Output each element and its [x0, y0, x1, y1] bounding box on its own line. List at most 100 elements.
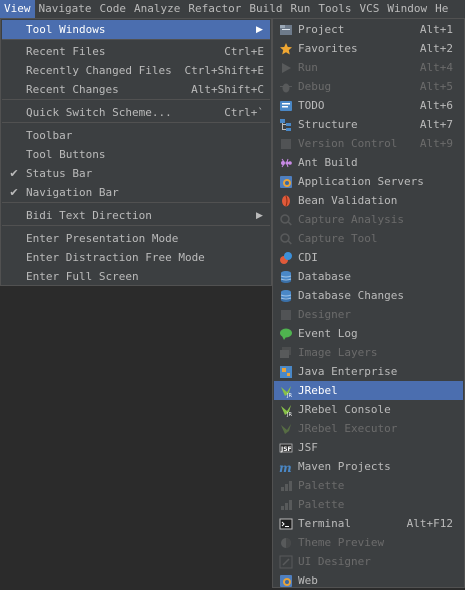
view-menu-item-tool-windows[interactable]: Tool Windows ▶ [2, 20, 270, 39]
palette-icon [274, 479, 298, 493]
menu-bar: View Navigate Code Analyze Refactor Buil… [0, 0, 465, 19]
view-menu-item-enter-distraction-free-mode[interactable]: Enter Distraction Free Mode [2, 248, 270, 267]
menu-item-label: Recent Changes [26, 83, 119, 96]
menu-item-label: Bean Validation [298, 194, 398, 207]
tool-window-item-favorites[interactable]: Favorites Alt+2 [274, 39, 463, 58]
menu-analyze[interactable]: Analyze [130, 0, 184, 18]
menu-item-label: Quick Switch Scheme... [26, 106, 172, 119]
menu-separator [2, 225, 270, 226]
database-changes-icon [274, 289, 298, 303]
menu-item-label: Database Changes [298, 289, 404, 302]
view-menu-item-quick-switch-scheme[interactable]: Quick Switch Scheme... Ctrl+` [2, 103, 270, 122]
tool-window-item-cdi[interactable]: CDI [274, 248, 463, 267]
menu-item-shortcut: Alt+2 [419, 42, 453, 55]
debug-icon [274, 80, 298, 94]
menu-view[interactable]: View [0, 0, 35, 18]
tool-window-item-designer: Designer [274, 305, 463, 324]
view-menu-item-enter-full-screen[interactable]: Enter Full Screen [2, 267, 270, 286]
svg-text:JR: JR [286, 393, 292, 398]
capture-tool-icon [274, 232, 298, 246]
menu-item-label: JRebel [298, 384, 338, 397]
tool-window-item-structure[interactable]: Structure Alt+7 [274, 115, 463, 134]
menu-item-shortcut: Alt+1 [419, 23, 453, 36]
jrebel-executor-icon [274, 422, 298, 436]
ant-icon [274, 156, 298, 170]
tool-window-item-jsf[interactable]: JSF JSF [274, 438, 463, 457]
menu-item-shortcut: Alt+F12 [406, 517, 453, 530]
web-icon [274, 574, 298, 588]
view-menu: Tool Windows ▶ Recent Files Ctrl+E Recently … [0, 18, 272, 286]
palette-icon [274, 498, 298, 512]
tool-window-item-terminal[interactable]: Terminal Alt+F12 [274, 514, 463, 533]
menu-item-label: Enter Presentation Mode [26, 232, 179, 245]
menu-item-label: Recently Changed Files [26, 64, 172, 77]
terminal-icon [274, 517, 298, 531]
tool-window-item-jrebel[interactable]: JR JRebel [274, 381, 463, 400]
maven-icon: m [274, 460, 298, 474]
menu-item-label: Web [298, 574, 318, 587]
tool-window-item-database-changes[interactable]: Database Changes [274, 286, 463, 305]
svg-text:JR: JR [286, 412, 292, 417]
image-layers-icon [274, 346, 298, 360]
tool-window-item-run: Run Alt+4 [274, 58, 463, 77]
view-menu-item-status-bar[interactable]: ✔ Status Bar [2, 164, 270, 183]
tool-window-item-jrebel-executor: JRebel Executor [274, 419, 463, 438]
project-icon [274, 23, 298, 37]
tool-window-item-maven-projects[interactable]: m Maven Projects [274, 457, 463, 476]
bean-icon [274, 194, 298, 208]
tool-window-item-ant-build[interactable]: Ant Build [274, 153, 463, 172]
view-menu-item-navigation-bar[interactable]: ✔ Navigation Bar [2, 183, 270, 202]
view-menu-item-recent-files[interactable]: Recent Files Ctrl+E [2, 42, 270, 61]
tool-window-item-jrebel-console[interactable]: JR JRebel Console [274, 400, 463, 419]
view-menu-item-bidi-text-direction[interactable]: Bidi Text Direction ▶ [2, 206, 270, 225]
menu-item-label: Bidi Text Direction [26, 209, 152, 222]
menu-item-shortcut: Ctrl+` [224, 106, 264, 119]
tool-window-item-project[interactable]: Project Alt+1 [274, 20, 463, 39]
menu-build[interactable]: Build [245, 0, 286, 18]
view-menu-item-enter-presentation-mode[interactable]: Enter Presentation Mode [2, 229, 270, 248]
menu-item-shortcut: Alt+9 [419, 137, 453, 150]
tool-window-item-event-log[interactable]: Event Log [274, 324, 463, 343]
tool-window-item-java-enterprise[interactable]: Java Enterprise [274, 362, 463, 381]
view-menu-item-tool-buttons[interactable]: Tool Buttons [2, 145, 270, 164]
jsf-icon: JSF [274, 441, 298, 455]
tool-window-item-capture-tool: Capture Tool [274, 229, 463, 248]
menu-window[interactable]: Window [383, 0, 431, 18]
designer-icon [274, 308, 298, 322]
menu-item-label: Debug [298, 80, 332, 93]
menu-code[interactable]: Code [95, 0, 130, 18]
view-menu-item-recent-changes[interactable]: Recent Changes Alt+Shift+C [2, 80, 270, 99]
menu-item-label: Toolbar [26, 129, 73, 142]
menu-item-label: Tool Buttons [26, 148, 106, 161]
tool-window-item-debug: Debug Alt+5 [274, 77, 463, 96]
menu-item-shortcut: Ctrl+Shift+E [184, 64, 264, 77]
menu-run[interactable]: Run [286, 0, 314, 18]
jrebel-console-icon: JR [274, 403, 298, 417]
menu-item-label: Ant Build [298, 156, 358, 169]
database-icon [274, 270, 298, 284]
menu-navigate[interactable]: Navigate [35, 0, 96, 18]
view-menu-item-recently-changed-files[interactable]: Recently Changed Files Ctrl+Shift+E [2, 61, 270, 80]
menu-item-label: Recent Files [26, 45, 106, 58]
view-menu-item-toolbar[interactable]: Toolbar [2, 126, 270, 145]
tool-window-item-palette: Palette [274, 495, 463, 514]
menu-item-shortcut: Alt+4 [419, 61, 453, 74]
menu-help[interactable]: He [431, 0, 452, 18]
menu-item-label: JRebel Executor [298, 422, 398, 435]
menu-tools[interactable]: Tools [314, 0, 355, 18]
tool-window-item-bean-validation[interactable]: Bean Validation [274, 191, 463, 210]
tool-window-item-web[interactable]: Web [274, 571, 463, 590]
tool-window-item-todo[interactable]: TODO Alt+6 [274, 96, 463, 115]
menu-item-label: UI Designer [298, 555, 371, 568]
menu-item-label: Enter Distraction Free Mode [26, 251, 205, 264]
capture-analysis-icon [274, 213, 298, 227]
menu-item-label: TODO [298, 99, 325, 112]
menu-item-label: Database [298, 270, 351, 283]
menu-vcs[interactable]: VCS [355, 0, 383, 18]
menu-item-label: Favorites [298, 42, 358, 55]
tool-window-item-application-servers[interactable]: Application Servers [274, 172, 463, 191]
menu-refactor[interactable]: Refactor [184, 0, 245, 18]
svg-text:m: m [279, 461, 292, 474]
menu-item-shortcut: Alt+Shift+C [191, 83, 264, 96]
tool-window-item-database[interactable]: Database [274, 267, 463, 286]
